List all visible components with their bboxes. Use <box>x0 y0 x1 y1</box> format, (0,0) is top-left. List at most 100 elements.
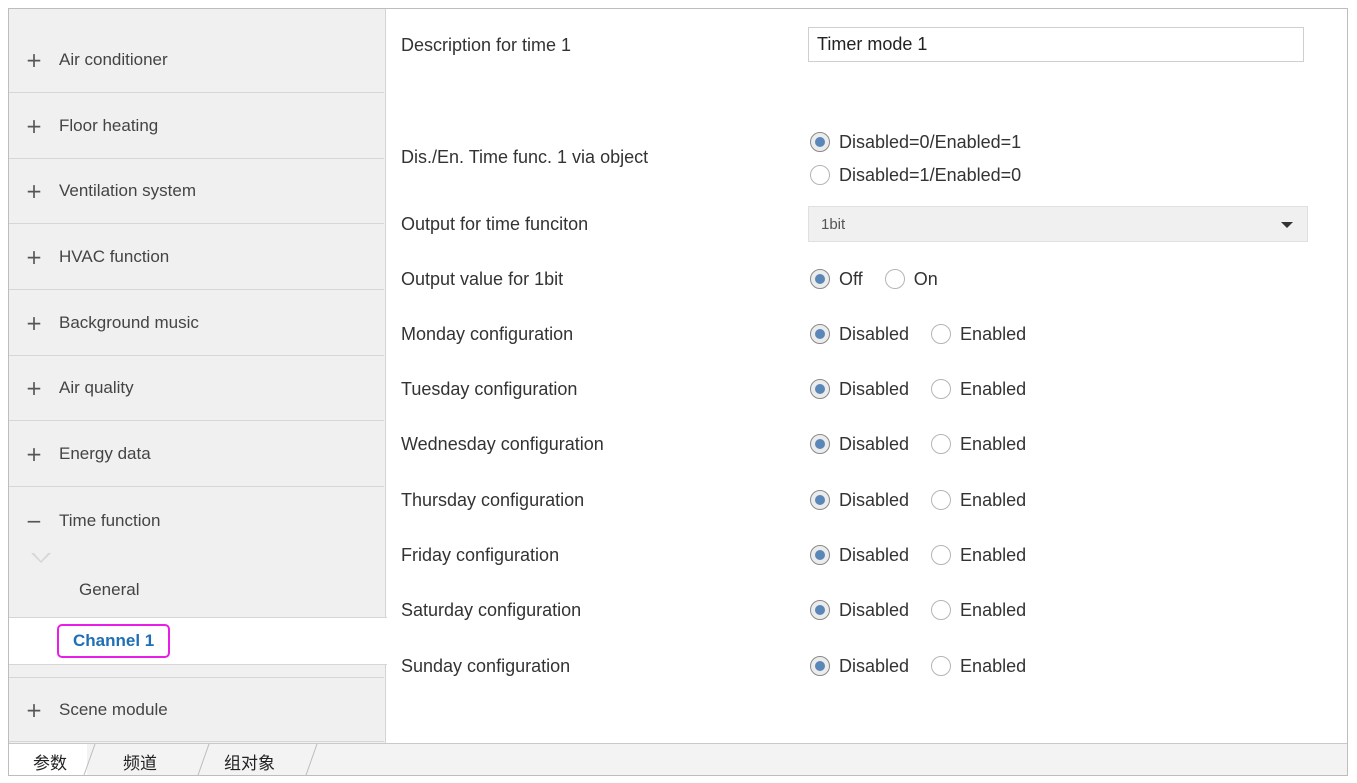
expand-icon: + <box>25 179 43 203</box>
parameter-panel: Description for time 1 Timer mode 1 Dis.… <box>386 9 1347 743</box>
radio-label: Enabled <box>960 378 1027 399</box>
subitem-label-selected: Channel 1 <box>57 624 171 658</box>
expand-icon: + <box>25 114 43 138</box>
radio-disabled0-enabled1[interactable]: Disabled=0/Enabled=1 <box>810 132 1021 153</box>
radio-row-dis-en-1: Disabled=0/Enabled=1 <box>386 127 1347 157</box>
radio-selected-icon <box>810 324 830 344</box>
radio-label: Enabled <box>960 489 1027 510</box>
param-label: Tuesday configuration <box>401 378 578 399</box>
sidebar-item-time-function[interactable]: − Time function <box>9 488 384 553</box>
radio-row-dis-en-2: Disabled=1/Enabled=0 <box>386 160 1347 190</box>
sidebar-item-air-conditioner[interactable]: + Air conditioner <box>9 28 384 93</box>
dropdown-caret-icon <box>1281 222 1293 228</box>
radio-label: Enabled <box>960 655 1027 676</box>
radio-enabled[interactable]: Enabled <box>931 324 1026 345</box>
radio-selected-icon <box>810 269 830 289</box>
tab-separator <box>83 744 96 775</box>
radio-label: Disabled <box>839 489 910 510</box>
radio-label: Disabled <box>839 544 910 565</box>
radio-label: Enabled <box>960 433 1027 454</box>
radio-label: Disabled <box>839 323 910 344</box>
expand-icon: + <box>25 442 43 466</box>
window-frame: + Air conditioner + Floor heating + Vent… <box>8 8 1348 776</box>
radio-disabled[interactable]: Disabled <box>810 545 909 566</box>
radio-disabled[interactable]: Disabled <box>810 434 909 455</box>
radio-unselected-icon <box>931 656 952 676</box>
collapse-icon: − <box>25 508 43 533</box>
sidebar-item-label: Energy data <box>59 444 151 463</box>
radio-enabled[interactable]: Enabled <box>931 434 1026 455</box>
tab-separator <box>197 744 210 775</box>
radio-unselected-icon <box>931 324 952 344</box>
subitem-general[interactable]: General <box>9 566 384 614</box>
radio-disabled[interactable]: Disabled <box>810 379 909 400</box>
param-label: Saturday configuration <box>401 599 582 620</box>
param-row-sunday: Sunday configuration Disabled Enabled <box>386 651 1347 681</box>
param-row-saturday: Saturday configuration Disabled Enabled <box>386 595 1347 625</box>
sidebar-item-label: Scene module <box>59 699 168 719</box>
radio-selected-icon <box>810 600 830 620</box>
radio-disabled1-enabled0[interactable]: Disabled=1/Enabled=0 <box>810 165 1021 186</box>
sidebar-item-label: Time function <box>59 510 161 530</box>
radio-enabled[interactable]: Enabled <box>931 656 1026 677</box>
radio-unselected-icon <box>931 379 952 399</box>
sidebar: + Air conditioner + Floor heating + Vent… <box>9 9 387 743</box>
radio-label: Enabled <box>960 599 1027 620</box>
sidebar-item-hvac-function[interactable]: + HVAC function <box>9 225 384 290</box>
radio-label: Disabled=1/Enabled=0 <box>839 164 1022 185</box>
radio-label: Off <box>839 268 863 289</box>
radio-disabled[interactable]: Disabled <box>810 600 909 621</box>
radio-label: On <box>913 268 938 289</box>
sidebar-item-label: Air conditioner <box>59 50 168 69</box>
radio-enabled[interactable]: Enabled <box>931 600 1026 621</box>
param-row-monday: Monday configuration Disabled Enabled <box>386 319 1347 349</box>
radio-label: Enabled <box>960 323 1027 344</box>
radio-label: Disabled <box>839 433 910 454</box>
radio-on[interactable]: On <box>884 268 938 290</box>
output-select[interactable]: 1bit <box>808 206 1308 242</box>
radio-selected-icon <box>810 379 830 399</box>
radio-off[interactable]: Off <box>810 269 863 290</box>
radio-unselected-icon <box>931 490 952 510</box>
param-row-friday: Friday configuration Disabled Enabled <box>386 540 1347 570</box>
tab-label: 频道 <box>123 753 157 774</box>
param-row-wednesday: Wednesday configuration Disabled Enabled <box>386 429 1347 459</box>
select-value: 1bit <box>821 215 846 233</box>
subitem-label: General <box>79 580 140 599</box>
tab-group-objects[interactable]: 组对象 <box>224 744 275 775</box>
radio-enabled[interactable]: Enabled <box>931 379 1026 400</box>
tab-label: 参数 <box>33 753 67 774</box>
radio-label: Enabled <box>960 544 1027 565</box>
radio-disabled[interactable]: Disabled <box>810 490 909 511</box>
sidebar-item-air-quality[interactable]: + Air quality <box>9 356 384 421</box>
expand-icon: + <box>25 245 43 269</box>
radio-label: Disabled <box>839 378 910 399</box>
tab-label: 组对象 <box>224 753 275 774</box>
radio-enabled[interactable]: Enabled <box>931 490 1026 511</box>
expand-icon: + <box>25 48 43 72</box>
radio-unselected-icon <box>810 165 830 185</box>
param-row-tuesday: Tuesday configuration Disabled Enabled <box>386 374 1347 404</box>
description-input[interactable]: Timer mode 1 <box>808 27 1304 62</box>
sidebar-item-ventilation-system[interactable]: + Ventilation system <box>9 159 384 224</box>
param-label: Monday configuration <box>401 323 574 344</box>
subitem-channel-1[interactable]: Channel 1 <box>9 617 387 665</box>
radio-selected-icon <box>810 545 830 565</box>
sidebar-item-energy-data[interactable]: + Energy data <box>9 422 384 487</box>
radio-label: Disabled <box>839 599 910 620</box>
radio-disabled[interactable]: Disabled <box>810 656 909 677</box>
radio-selected-icon <box>810 656 830 676</box>
tab-channels[interactable]: 频道 <box>123 744 157 775</box>
sidebar-item-scene-module[interactable]: + Scene module <box>9 677 384 742</box>
sidebar-item-floor-heating[interactable]: + Floor heating <box>9 94 384 159</box>
expand-icon: + <box>25 697 43 722</box>
tab-parameters[interactable]: 参数 <box>9 744 87 775</box>
radio-unselected-icon <box>884 269 905 289</box>
param-label: Thursday configuration <box>401 489 585 510</box>
radio-disabled[interactable]: Disabled <box>810 324 909 345</box>
sidebar-item-label: Air quality <box>59 378 134 397</box>
radio-unselected-icon <box>931 600 952 620</box>
sidebar-item-label: Ventilation system <box>59 181 197 200</box>
radio-enabled[interactable]: Enabled <box>931 545 1026 566</box>
sidebar-item-background-music[interactable]: + Background music <box>9 291 384 356</box>
